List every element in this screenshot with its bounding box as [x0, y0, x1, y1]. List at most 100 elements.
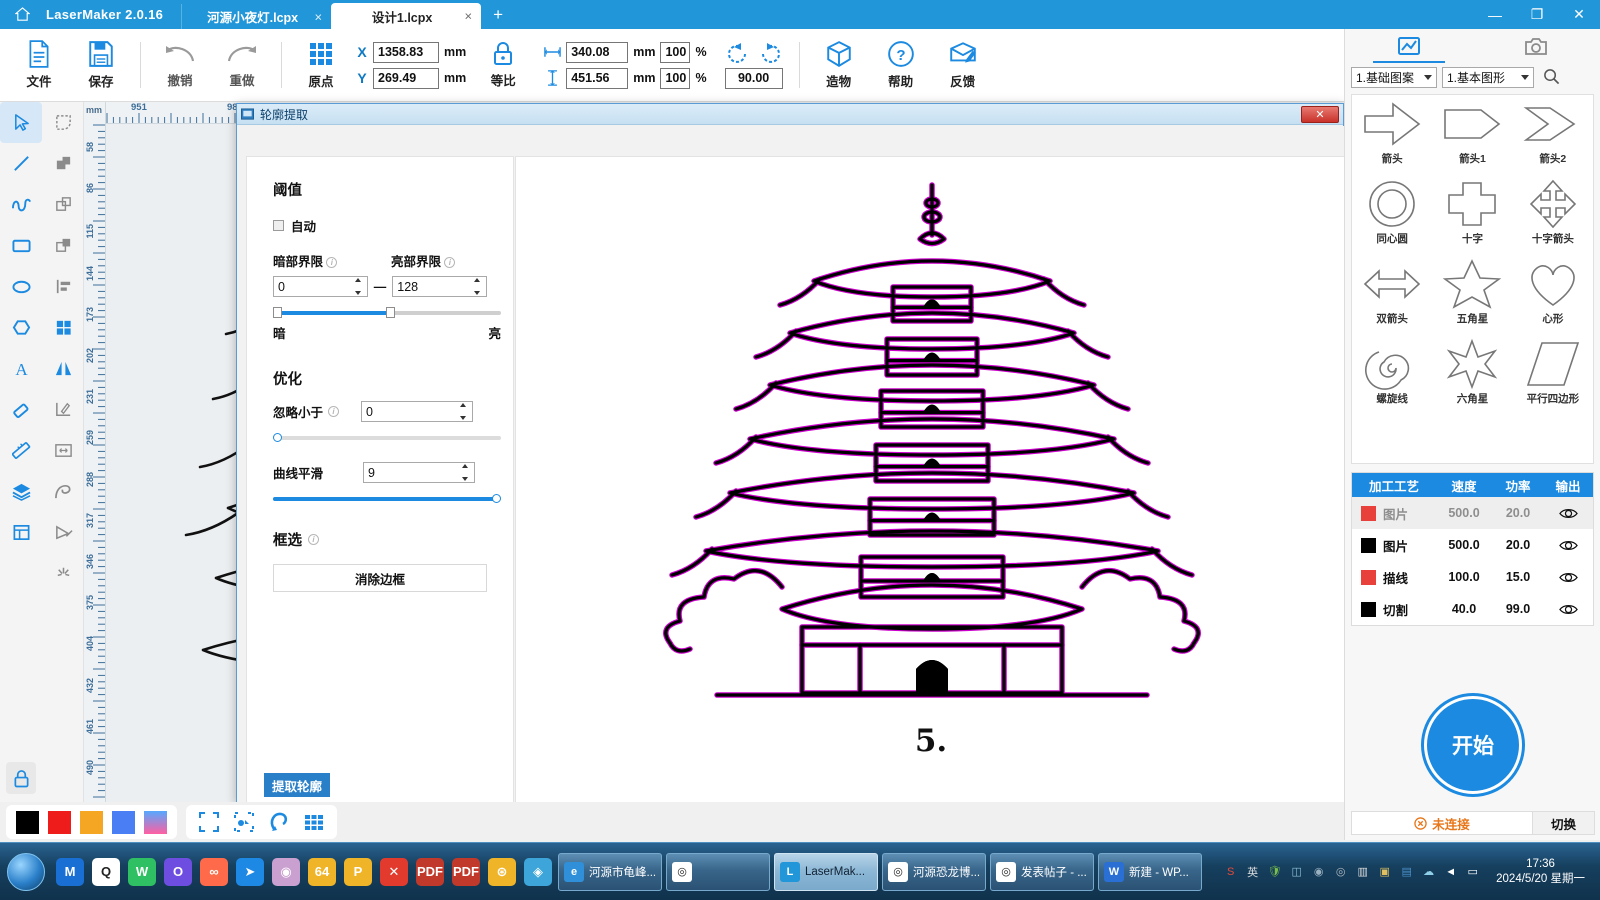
curve-tool[interactable] — [0, 184, 42, 225]
circle-o-icon[interactable]: O — [160, 852, 196, 892]
spinner-arrows[interactable] — [462, 464, 472, 481]
color-swatch[interactable] — [16, 811, 39, 834]
taskbar-clock[interactable]: 17:36 2024/5/20 星期一 — [1487, 857, 1594, 887]
bright-limit-input[interactable]: 128 — [392, 276, 487, 297]
clear-border-button[interactable]: 消除边框 — [273, 564, 487, 592]
slider-knob-bright[interactable] — [386, 307, 395, 318]
save-button[interactable]: 保存 — [70, 31, 132, 99]
shape-item[interactable]: 箭头 — [1352, 98, 1432, 178]
tab-1[interactable]: 设计1.lcpx × — [331, 3, 481, 29]
node-edit-tool[interactable] — [42, 102, 84, 143]
auto-checkbox[interactable] — [273, 220, 284, 231]
text-tool[interactable]: A — [0, 348, 42, 389]
intersect-tool[interactable] — [42, 225, 84, 266]
shape-item[interactable]: 平行四边形 — [1513, 338, 1593, 418]
category-select-1[interactable]: 1.基础图案 — [1351, 67, 1437, 88]
canvas-lock-button[interactable] — [6, 762, 36, 794]
shape-item[interactable]: 双箭头 — [1352, 258, 1432, 338]
feedback-button[interactable]: 反馈 — [932, 31, 994, 99]
m-icon[interactable]: M — [52, 852, 88, 892]
spinner-arrows[interactable] — [474, 278, 484, 295]
mirror-tool[interactable] — [42, 348, 84, 389]
red-x-icon[interactable]: ✕ — [376, 852, 412, 892]
new-tab-button[interactable]: + — [481, 5, 515, 29]
category-select-2[interactable]: 1.基本图形 — [1442, 67, 1534, 88]
curve-smooth-input[interactable]: 9 — [363, 462, 475, 483]
pdf64-icon[interactable]: 64 — [304, 852, 340, 892]
aspect-lock-button[interactable]: 等比 — [472, 31, 534, 99]
width-percent-input[interactable]: 100 — [660, 42, 690, 63]
window-buttons[interactable]: e 河源市龟峰... ◎ L LaserMak... ◎ 河源恐龙博... ◎ … — [556, 853, 1204, 891]
quick-launch[interactable]: MQWO∞➤◉64P✕PDFPDF⊛◈ — [52, 852, 556, 892]
undo-button[interactable]: 撤销 — [149, 31, 211, 99]
display-icon[interactable]: ▭ — [1464, 863, 1481, 880]
info-icon[interactable]: i — [444, 257, 455, 268]
ruler-tool[interactable] — [0, 430, 42, 471]
color-swatch[interactable] — [48, 811, 71, 834]
rotate-cw-icon[interactable] — [759, 42, 783, 66]
table-row[interactable]: 切割 40.0 99.0 — [1352, 593, 1593, 625]
monitor-icon[interactable]: ◎ — [1332, 863, 1349, 880]
redo-button[interactable]: 重做 — [211, 31, 273, 99]
contour-extract-dialog[interactable]: 轮廓提取 ✕ 阈值 自动 暗部界限 i 亮部界限 i — [236, 103, 1344, 803]
sogou-input-icon[interactable]: S — [1222, 863, 1239, 880]
color-swatch[interactable] — [144, 811, 167, 834]
pdf-icon[interactable]: P — [340, 852, 376, 892]
info-icon[interactable]: i — [308, 534, 319, 545]
layer-output-toggle[interactable] — [1544, 539, 1592, 552]
paper-plane-icon[interactable]: ➤ — [232, 852, 268, 892]
photo-icon[interactable]: ▣ — [1376, 863, 1393, 880]
height-percent-input[interactable]: 100 — [660, 68, 690, 89]
line-tool[interactable] — [0, 143, 42, 184]
volume-icon[interactable]: ◄ — [1442, 863, 1459, 880]
cloud-icon[interactable]: ☁ — [1420, 863, 1437, 880]
shape-item[interactable]: 螺旋线 — [1352, 338, 1432, 418]
y-input[interactable]: 269.49 — [373, 68, 439, 89]
offset-tool[interactable] — [42, 471, 84, 512]
search-icon[interactable] — [1543, 68, 1560, 88]
height-input[interactable]: 451.56 — [566, 68, 628, 89]
close-icon[interactable]: × — [465, 9, 473, 24]
select-tool[interactable] — [0, 102, 42, 143]
polygon-tool[interactable] — [0, 307, 42, 348]
rotate-ccw-icon[interactable] — [725, 42, 749, 66]
slider-knob-dark[interactable] — [273, 307, 282, 318]
x-input[interactable]: 1358.83 — [373, 42, 439, 63]
layer-color-swatch[interactable] — [1361, 538, 1376, 553]
perspective-tool[interactable] — [42, 512, 84, 553]
frame-tool[interactable] — [0, 512, 42, 553]
selection-frame-icon[interactable] — [198, 811, 220, 833]
make-button[interactable]: 造物 — [808, 31, 870, 99]
home-icon[interactable] — [0, 0, 44, 29]
python-icon[interactable]: ⊛ — [484, 852, 520, 892]
shape-library-tab[interactable] — [1345, 29, 1473, 63]
layers-tool[interactable] — [0, 471, 42, 512]
chevron-down-icon[interactable] — [1424, 75, 1432, 80]
grid-icon[interactable] — [303, 811, 325, 833]
slider-knob[interactable] — [492, 494, 501, 503]
cloud-share-icon[interactable]: ∞ — [196, 852, 232, 892]
layer-output-toggle[interactable] — [1544, 507, 1592, 520]
app-icon[interactable]: ▤ — [1398, 863, 1415, 880]
align-tool[interactable] — [42, 266, 84, 307]
shape-item[interactable]: 五角星 — [1432, 258, 1512, 338]
color-swatch[interactable] — [80, 811, 103, 834]
extract-contour-button[interactable]: 提取轮廓 — [264, 773, 330, 797]
color-swatch[interactable] — [112, 811, 135, 834]
rotate-angle-input[interactable]: 90.00 — [725, 68, 783, 89]
color-palette[interactable] — [6, 805, 177, 839]
curve-smooth-slider[interactable] — [273, 497, 501, 501]
switch-button[interactable]: 切换 — [1533, 811, 1595, 835]
start-button-orb[interactable] — [0, 850, 52, 894]
help-button[interactable]: ? 帮助 — [870, 31, 932, 99]
table-row[interactable]: 图片 500.0 20.0 — [1352, 529, 1593, 561]
shape-item[interactable]: 箭头1 — [1432, 98, 1512, 178]
smart-select-icon[interactable] — [233, 811, 255, 833]
file-button[interactable]: 文件 — [8, 31, 70, 99]
eraser-tool[interactable] — [0, 389, 42, 430]
taskbar-window-button[interactable]: ◎ — [666, 853, 770, 891]
subtract-tool[interactable] — [42, 184, 84, 225]
bottom-tools[interactable] — [186, 805, 337, 839]
close-window-icon[interactable]: ✕ — [1558, 0, 1600, 29]
info-icon[interactable]: i — [328, 406, 339, 417]
